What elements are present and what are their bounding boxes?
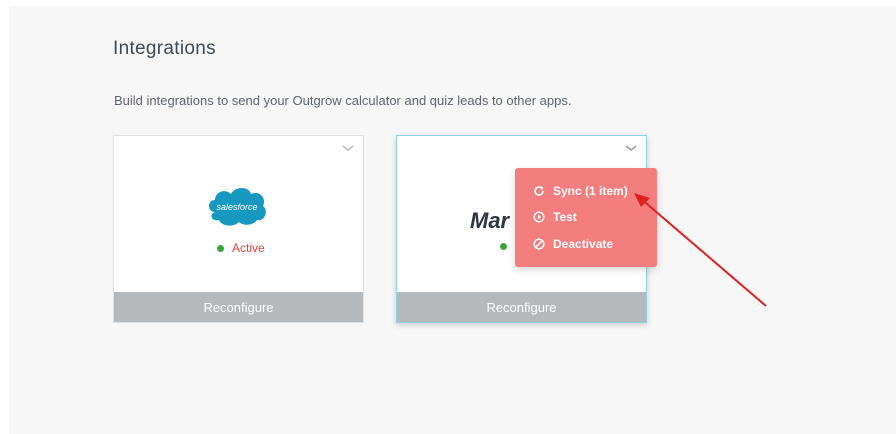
page-title: Integrations (113, 38, 216, 59)
status-text: Active (232, 241, 265, 255)
reconfigure-button[interactable]: Reconfigure (114, 292, 363, 322)
marketo-logo: Mar (470, 208, 510, 233)
menu-item-label: Deactivate (553, 237, 614, 251)
ban-icon (533, 238, 545, 250)
menu-item-sync[interactable]: Sync (1 item) (533, 182, 628, 200)
salesforce-logo: salesforce (209, 188, 266, 226)
status-badge: Active (217, 241, 265, 255)
menu-item-label: Test (553, 210, 577, 224)
menu-item-label: Sync (1 item) (553, 184, 628, 198)
integration-card-salesforce: salesforce Active Reconfigure (113, 135, 364, 323)
salesforce-logo-text: salesforce (216, 202, 257, 212)
status-dot (500, 243, 507, 250)
menu-item-test[interactable]: Test (533, 208, 577, 226)
play-circle-icon (533, 211, 545, 223)
chevron-down-icon[interactable] (624, 143, 638, 153)
annotation-arrow-icon (634, 193, 767, 307)
sync-icon (534, 185, 544, 196)
chevron-down-icon[interactable] (341, 143, 355, 153)
reconfigure-button[interactable]: Reconfigure (397, 292, 646, 322)
menu-item-deactivate[interactable]: Deactivate (533, 235, 613, 253)
status-dot (217, 244, 224, 252)
page-subtitle: Build integrations to send your Outgrow … (114, 93, 572, 108)
